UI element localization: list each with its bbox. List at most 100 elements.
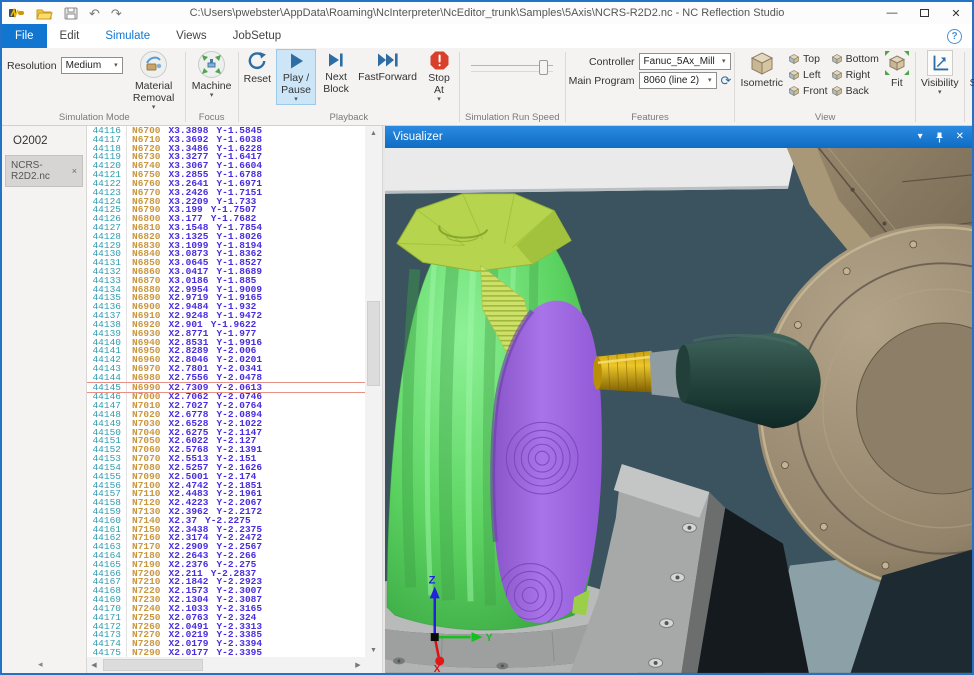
scrollbar-corner: [365, 657, 382, 673]
minimize-button[interactable]: —: [876, 3, 908, 23]
view-right-button[interactable]: Right: [831, 67, 879, 82]
scroll-down-arrow[interactable]: ▼: [365, 643, 382, 657]
view-front-label: Front: [803, 85, 828, 97]
file-tab-ncrs-r2d2[interactable]: NCRS-R2D2.nc ×: [5, 155, 83, 187]
reset-button[interactable]: Reset: [242, 49, 273, 86]
ribbon-tabstrip: File Edit Simulate Views JobSetup ?: [2, 24, 972, 48]
y-axis-label: Y: [485, 632, 493, 644]
fit-label: Fit: [891, 77, 903, 89]
cube-icon: [788, 69, 800, 81]
refresh-icon[interactable]: ⟳: [721, 74, 732, 87]
run-speed-slider[interactable]: [471, 59, 553, 79]
stop-at-button[interactable]: Stop At ▾: [422, 49, 456, 104]
main-program-select[interactable]: 8060 (line 2) ▾: [639, 72, 717, 89]
slider-thumb[interactable]: [539, 60, 548, 75]
fit-view-button[interactable]: Fit: [882, 49, 912, 90]
x-axis-label: X: [434, 664, 441, 673]
group-caption: Focus: [189, 112, 235, 125]
panel-menu-chevron-icon[interactable]: ▾: [918, 132, 923, 142]
close-button[interactable]: ✕: [940, 3, 972, 23]
chevron-down-icon: ▾: [722, 58, 726, 65]
vscroll-thumb[interactable]: [367, 301, 380, 386]
app-window: ↶ ↷ C:\Users\pwebster\AppData\Roaming\Nc…: [0, 0, 974, 675]
window-title: C:\Users\pwebster\AppData\Roaming\NcInte…: [2, 7, 972, 19]
group-run-speed: Simulation Run Speed: [460, 49, 565, 125]
visualizer-title: Visualizer: [393, 131, 443, 143]
line-number: 44145: [87, 383, 127, 392]
view-front-button[interactable]: Front: [788, 83, 828, 98]
sidebar-collapse-arrow[interactable]: ◂: [38, 659, 43, 670]
visibility-button[interactable]: Visibility ▾: [919, 49, 961, 97]
visualizer-panel: Visualizer ▾ ✕: [385, 126, 972, 673]
cube-icon: [831, 69, 843, 81]
view-top-label: Top: [803, 53, 820, 65]
next-block-label: Next Block: [321, 71, 351, 95]
line-number: 44144: [87, 373, 127, 382]
open-file-icon[interactable]: [36, 7, 53, 20]
help-icon[interactable]: ?: [947, 29, 962, 44]
isometric-label: Isometric: [740, 77, 783, 89]
main-program-label: Main Program: [569, 75, 635, 87]
tab-jobsetup[interactable]: JobSetup: [220, 24, 295, 48]
pin-icon[interactable]: [935, 132, 944, 143]
file-tab-label: NCRS-R2D2.nc: [11, 160, 72, 182]
program-label: O2002: [2, 126, 86, 154]
fast-forward-button[interactable]: FastForward: [356, 49, 419, 84]
file-tab-close-icon[interactable]: ×: [72, 166, 77, 176]
resolution-select[interactable]: Medium ▾: [61, 57, 123, 74]
tab-edit[interactable]: Edit: [47, 24, 93, 48]
group-caption: Features: [569, 112, 732, 125]
line-number: 44175: [87, 648, 127, 657]
save-icon[interactable]: [64, 7, 78, 20]
view-top-button[interactable]: Top: [788, 51, 828, 66]
view-back-button[interactable]: Back: [831, 83, 879, 98]
code-line[interactable]: 44144N6980X2.7556Y-2.0478: [87, 373, 365, 382]
fit-icon: [884, 50, 910, 76]
machine-button[interactable]: Machine ▾: [189, 49, 235, 100]
view-bottom-button[interactable]: Bottom: [831, 51, 879, 66]
material-removal-button[interactable]: Material Removal ▾: [126, 49, 182, 112]
controller-select[interactable]: Fanuc_5Ax_Mill ▾: [639, 53, 731, 70]
isometric-view-button[interactable]: Isometric: [738, 49, 785, 90]
scroll-right-arrow[interactable]: ▶: [351, 657, 365, 673]
code-line[interactable]: 44175N7290X2.0177Y-2.3395: [87, 648, 365, 657]
group-visibility: Visibility ▾: [916, 49, 964, 125]
visualizer-titlebar[interactable]: Visualizer ▾ ✕: [385, 126, 972, 148]
window-controls: — ✕: [876, 3, 972, 23]
main-program-value: 8060 (line 2): [644, 75, 700, 86]
tab-simulate[interactable]: Simulate: [92, 24, 163, 48]
isometric-cube-icon: [749, 50, 775, 76]
group-playback: Reset Play / Pause ▾ Next Block FastForw…: [239, 49, 459, 125]
vertical-scrollbar[interactable]: ▲ ▼: [365, 126, 382, 657]
cube-icon: [788, 85, 800, 97]
z-axis-label: Z: [429, 575, 436, 587]
chevron-down-icon: ▾: [938, 89, 942, 96]
tab-file[interactable]: File: [2, 24, 47, 48]
redo-icon[interactable]: ↷: [111, 7, 122, 20]
cube-icon: [788, 53, 800, 65]
undo-icon[interactable]: ↶: [89, 7, 100, 20]
tab-views[interactable]: Views: [163, 24, 219, 48]
scroll-left-arrow[interactable]: ◀: [87, 657, 101, 673]
resolution-value: Medium: [66, 60, 102, 71]
fast-forward-icon: [376, 50, 400, 70]
scroll-up-arrow[interactable]: ▲: [365, 126, 382, 140]
play-pause-label: Play / Pause: [279, 72, 313, 96]
code-lines: 44116N6700X3.3898Y-1.584544117N6710X3.36…: [87, 126, 365, 657]
statistics-button[interactable]: Statistics ▾: [968, 49, 974, 97]
group-caption: Simulation Run Speed: [463, 112, 562, 125]
hscroll-thumb[interactable]: [103, 659, 203, 671]
view-left-button[interactable]: Left: [788, 67, 828, 82]
group-caption: View: [738, 112, 911, 125]
maximize-button[interactable]: [908, 3, 940, 23]
play-pause-button[interactable]: Play / Pause ▾: [276, 49, 316, 105]
horizontal-scrollbar[interactable]: ◀ ▶: [87, 657, 365, 673]
statistics-label: Statistics: [970, 77, 974, 89]
visualizer-3d-scene[interactable]: Z Y X: [385, 148, 972, 673]
quick-access-toolbar: ↶ ↷: [2, 7, 122, 20]
view-left-label: Left: [803, 69, 821, 81]
next-block-button[interactable]: Next Block: [319, 49, 353, 96]
machined-patch: [493, 301, 602, 628]
panel-close-icon[interactable]: ✕: [956, 132, 964, 142]
machine-icon: [197, 50, 226, 79]
